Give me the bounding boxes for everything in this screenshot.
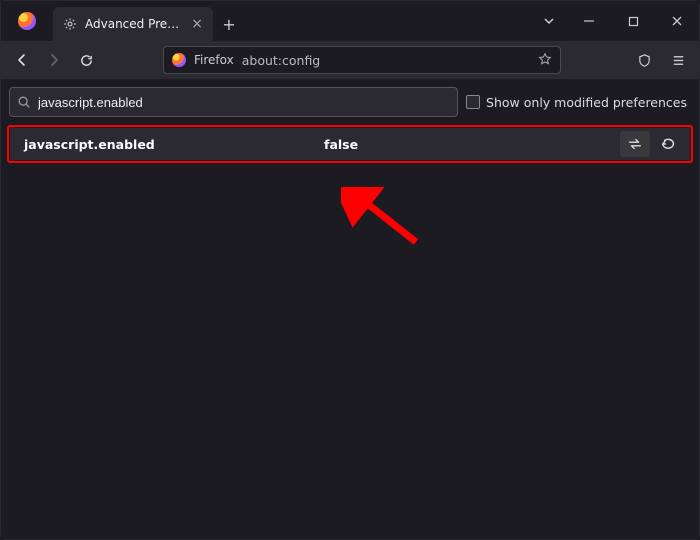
pref-name: javascript.enabled bbox=[24, 137, 324, 152]
identity-label: Firefox bbox=[194, 53, 234, 67]
config-toolbar: Show only modified preferences bbox=[5, 87, 695, 125]
reload-button[interactable] bbox=[71, 45, 101, 75]
window-minimize-button[interactable] bbox=[567, 1, 611, 41]
address-bar[interactable]: Firefox about:config bbox=[163, 46, 561, 74]
pref-toggle-button[interactable] bbox=[620, 131, 650, 157]
search-icon bbox=[17, 94, 31, 113]
pref-value: false bbox=[324, 137, 616, 152]
gear-icon bbox=[63, 17, 77, 31]
checkbox-icon bbox=[466, 95, 480, 109]
new-tab-button[interactable]: + bbox=[213, 7, 245, 41]
firefox-logo bbox=[1, 1, 53, 41]
pref-reset-button[interactable] bbox=[654, 131, 684, 157]
titlebar: Advanced Preferences × + bbox=[1, 1, 699, 41]
navigation-toolbar: Firefox about:config bbox=[1, 41, 699, 79]
show-modified-checkbox[interactable]: Show only modified preferences bbox=[466, 95, 691, 110]
firefox-icon bbox=[172, 53, 186, 67]
tab-close-button[interactable]: × bbox=[191, 17, 203, 31]
about-config-page: Show only modified preferences javascrip… bbox=[1, 79, 699, 539]
tab-title: Advanced Preferences bbox=[85, 17, 183, 31]
annotation-highlight: javascript.enabled false bbox=[7, 125, 693, 163]
window-close-button[interactable] bbox=[655, 1, 699, 41]
annotation-arrow bbox=[341, 187, 431, 257]
shield-icon[interactable] bbox=[629, 45, 659, 75]
browser-tab[interactable]: Advanced Preferences × bbox=[53, 7, 213, 41]
url-text: about:config bbox=[242, 53, 530, 68]
tab-list-button[interactable] bbox=[531, 1, 567, 41]
forward-button[interactable] bbox=[39, 45, 69, 75]
pref-search-input[interactable] bbox=[9, 87, 458, 117]
back-button[interactable] bbox=[7, 45, 37, 75]
pref-row[interactable]: javascript.enabled false bbox=[10, 128, 690, 160]
app-menu-button[interactable] bbox=[663, 45, 693, 75]
show-modified-label: Show only modified preferences bbox=[486, 95, 687, 110]
window-maximize-button[interactable] bbox=[611, 1, 655, 41]
bookmark-star-icon[interactable] bbox=[538, 51, 552, 70]
